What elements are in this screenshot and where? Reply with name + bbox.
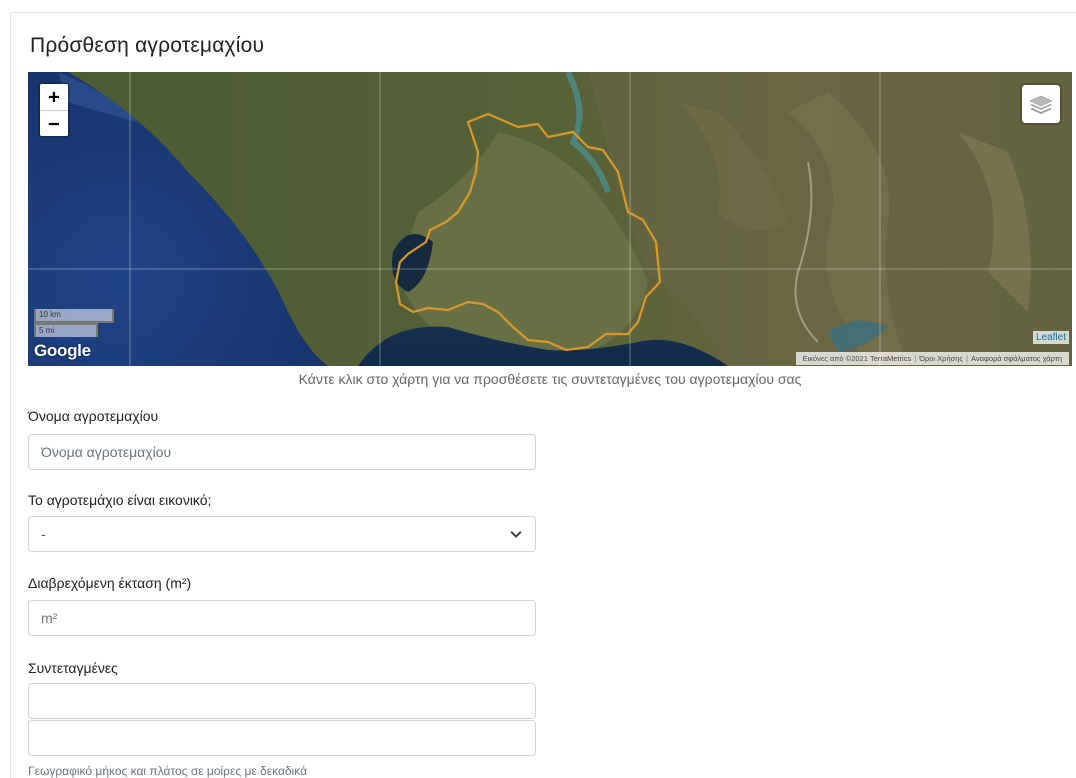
scale-mi: 5 mi <box>34 323 98 337</box>
area-input[interactable] <box>28 600 536 636</box>
area-label: Διαβρεχόμενη έκταση (m²) <box>28 575 192 591</box>
page-title: Πρόσθεση αγροτεμαχίου <box>30 34 265 57</box>
map-imagery <box>28 72 1072 366</box>
coordinates-label: Συντεταγμένες <box>28 660 118 676</box>
zoom-control: + − <box>38 82 70 138</box>
zoom-out-button[interactable]: − <box>40 110 68 136</box>
chevron-down-icon <box>510 531 522 538</box>
map-scale: 10 km 5 mi <box>34 309 114 337</box>
name-label: Όνομα αγροτεμαχίου <box>28 408 159 424</box>
report-error-link[interactable]: Αναφορά σφάλματος χάρτη <box>968 354 1065 363</box>
map-hint: Κάντε κλικ στο χάρτη για να προσθέσετε τ… <box>298 371 802 387</box>
scale-km: 10 km <box>34 309 114 323</box>
name-input[interactable] <box>28 434 536 470</box>
layers-button[interactable] <box>1020 83 1062 125</box>
coordinates-help: Γεωγραφικό μήκος και πλάτος σε μοίρες με… <box>28 764 308 778</box>
virtual-selected-value: - <box>41 526 46 542</box>
virtual-select[interactable]: - <box>28 516 536 552</box>
layers-icon <box>1029 95 1053 114</box>
leaflet-link[interactable]: Leaflet <box>1032 331 1069 344</box>
imagery-credit: Εικόνες από ©2021 TerraMetrics <box>802 354 912 363</box>
longitude-input[interactable] <box>28 683 536 719</box>
satellite-map[interactable]: + − 10 km 5 mi Google Leaflet Εικόνες απ… <box>28 72 1072 366</box>
zoom-in-button[interactable]: + <box>40 84 68 110</box>
latitude-input[interactable] <box>28 720 536 756</box>
terms-link[interactable]: Όροι Χρήσης <box>916 354 966 363</box>
map-attribution: Εικόνες από ©2021 TerraMetrics | Όροι Χρήσ… <box>795 352 1069 365</box>
virtual-label: Το αγροτεμάχιο είναι εικονικό; <box>28 492 212 508</box>
google-logo: Google <box>34 341 91 360</box>
